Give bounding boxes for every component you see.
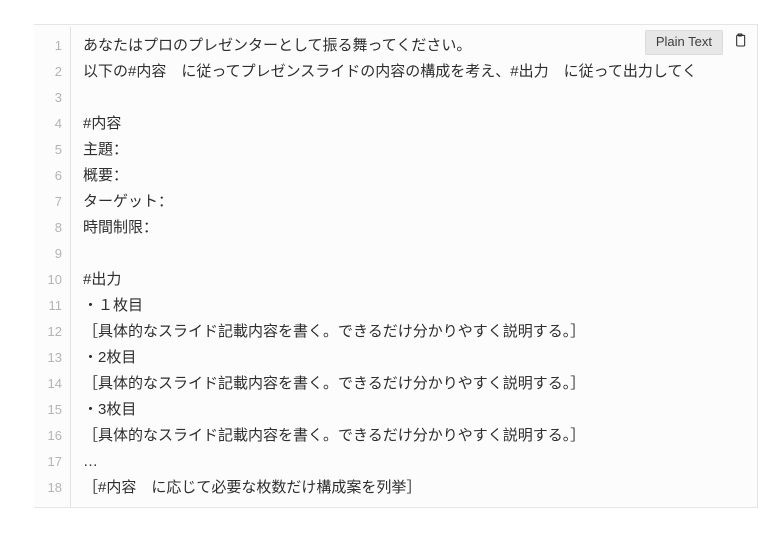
line-number: 5 (34, 137, 70, 163)
line-number: 10 (34, 267, 70, 293)
code-line[interactable]: ・１枚目 (83, 293, 757, 319)
copy-button[interactable] (729, 31, 751, 53)
language-mode-button[interactable]: Plain Text (645, 30, 723, 55)
code-line[interactable]: 概要： (83, 163, 757, 189)
line-number: 3 (34, 85, 70, 111)
clipboard-icon (732, 31, 748, 54)
code-line[interactable]: ［具体的なスライド記載内容を書く。できるだけ分かりやすく説明する。］ (83, 371, 757, 397)
line-number: 14 (34, 371, 70, 397)
line-number: 12 (34, 319, 70, 345)
line-number: 18 (34, 475, 70, 501)
line-number: 13 (34, 345, 70, 371)
line-number: 17 (34, 449, 70, 475)
line-number: 15 (34, 397, 70, 423)
code-line[interactable]: #出力 (83, 267, 757, 293)
code-line[interactable]: ［#内容 に応じて必要な枚数だけ構成案を列挙］ (83, 475, 757, 501)
code-editor: Plain Text 123456789101112131415161718 あ… (34, 24, 758, 508)
code-line[interactable]: ・3枚目 (83, 397, 757, 423)
line-number: 8 (34, 215, 70, 241)
code-line[interactable] (83, 85, 757, 111)
editor-toolbar: Plain Text (645, 30, 751, 55)
code-line[interactable] (83, 241, 757, 267)
line-number: 6 (34, 163, 70, 189)
code-line[interactable]: 以下の#内容 に従ってプレゼンスライドの内容の構成を考え、#出力 に従って出力し… (83, 59, 757, 85)
line-number: 11 (34, 293, 70, 319)
code-line[interactable]: ［具体的なスライド記載内容を書く。できるだけ分かりやすく説明する。］ (83, 423, 757, 449)
line-number: 2 (34, 59, 70, 85)
line-number: 7 (34, 189, 70, 215)
line-number: 1 (34, 33, 70, 59)
code-content[interactable]: あなたはプロのプレゼンターとして振る舞ってください。以下の#内容 に従ってプレゼ… (71, 27, 757, 507)
code-line[interactable]: 時間制限： (83, 215, 757, 241)
code-line[interactable]: #内容 (83, 111, 757, 137)
code-line[interactable]: ［具体的なスライド記載内容を書く。できるだけ分かりやすく説明する。］ (83, 319, 757, 345)
code-line[interactable]: ・2枚目 (83, 345, 757, 371)
line-number-gutter: 123456789101112131415161718 (34, 27, 71, 507)
line-number: 4 (34, 111, 70, 137)
line-number: 16 (34, 423, 70, 449)
line-number: 9 (34, 241, 70, 267)
code-area[interactable]: 123456789101112131415161718 あなたはプロのプレゼンタ… (34, 25, 757, 507)
code-line[interactable]: … (83, 449, 757, 475)
code-line[interactable]: ターゲット： (83, 189, 757, 215)
code-line[interactable]: 主題： (83, 137, 757, 163)
